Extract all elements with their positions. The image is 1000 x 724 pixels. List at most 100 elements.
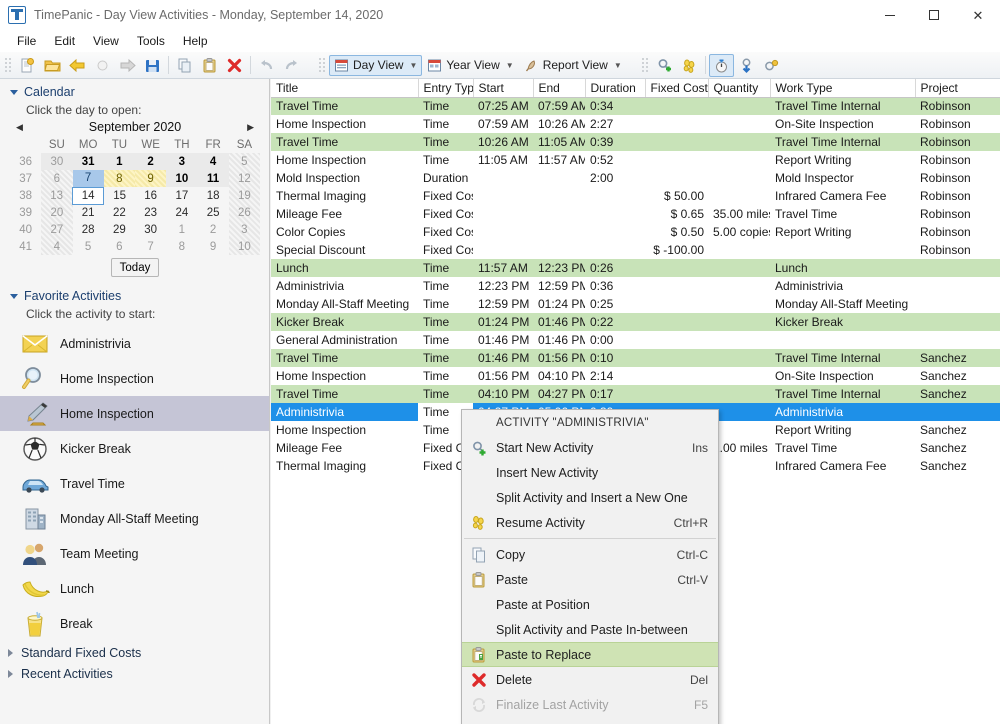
context-menu-item-start-new-activity[interactable]: Start New Activity Ins [462,435,718,460]
cell-fixed-cost[interactable] [645,115,708,133]
cell-title[interactable]: General Administration [271,331,418,349]
context-menu-item-resume-activity[interactable]: Resume Activity Ctrl+R [462,510,718,535]
column-header-end[interactable]: End [533,79,586,98]
calendar-day-24[interactable]: 24 [166,204,197,221]
calendar-day-9[interactable]: 9 [135,170,167,187]
cell-work-type[interactable]: On-Site Inspection [770,115,915,133]
cell-start[interactable] [473,223,533,241]
cell-work-type[interactable]: Report Writing [770,223,915,241]
cell-entry-type[interactable]: Fixed Cost [418,223,473,241]
cell-end[interactable] [533,169,585,187]
table-row[interactable]: Travel Time Time 04:10 PM 04:27 PM 0:17 Trave… [271,385,1000,403]
calendar-day-29[interactable]: 29 [104,221,135,238]
context-menu-item-insert-new-activity[interactable]: Insert New Activity [462,460,718,485]
calendar-day-23[interactable]: 23 [135,204,166,221]
report-view-button[interactable]: Report View ▼ [519,55,627,76]
column-header-duration[interactable]: Duration [585,79,646,98]
cell-fixed-cost[interactable] [645,385,708,403]
cell-duration[interactable]: 2:00 [585,169,645,187]
cell-end[interactable]: 11:05 AM [533,133,585,151]
cell-entry-type[interactable]: Time [418,97,473,115]
chevron-down-icon-3[interactable]: ▼ [614,61,622,70]
calendar-day-2[interactable]: 2 [198,221,229,238]
cell-fixed-cost[interactable]: $ 0.50 [645,223,708,241]
maximize-button[interactable] [912,0,956,30]
cell-end[interactable]: 12:59 PM [533,277,585,295]
stopwatch-button[interactable] [708,53,734,77]
calendar-day-20[interactable]: 20 [41,204,73,221]
cell-start[interactable]: 12:59 PM [473,295,533,313]
cell-title[interactable]: Administrivia [271,277,418,295]
cell-duration[interactable]: 0:25 [585,295,645,313]
cell-entry-type[interactable]: Duration [418,169,473,187]
cell-start[interactable] [473,187,533,205]
cell-start[interactable] [473,205,533,223]
cell-quantity[interactable] [708,187,770,205]
favorite-item-kicker-break[interactable]: Kicker Break [0,431,269,466]
cell-entry-type[interactable]: Time [418,349,473,367]
cell-start[interactable]: 11:57 AM [473,259,533,277]
cell-title[interactable]: Travel Time [271,349,418,367]
cell-work-type[interactable]: Travel Time [770,205,915,223]
forward-button[interactable] [115,54,140,77]
cell-duration[interactable]: 0:36 [585,277,645,295]
calendar-day-5[interactable]: 5 [228,153,260,170]
cell-fixed-cost[interactable] [645,313,708,331]
cell-end[interactable]: 12:23 PM [533,259,585,277]
cell-fixed-cost[interactable]: $ 50.00 [645,187,708,205]
column-header-work-type[interactable]: Work Type [770,79,916,98]
cell-work-type[interactable]: Report Writing [770,421,915,439]
cell-quantity[interactable] [708,151,770,169]
cell-project[interactable]: Robinson [915,97,1000,115]
year-view-button[interactable]: Year View ▼ [422,55,518,76]
cell-work-type[interactable] [770,241,915,259]
cell-duration[interactable]: 0:00 [585,331,645,349]
column-header-fixed-cost[interactable]: Fixed Cost [645,79,709,98]
table-row[interactable]: Home Inspection Time 07:59 AM 10:26 AM 2:27 O… [271,115,1000,133]
cell-work-type[interactable]: Monday All-Staff Meeting [770,295,915,313]
cell-work-type[interactable]: Travel Time Internal [770,97,915,115]
start-new-activity-button[interactable] [652,54,677,77]
column-header-entry-type[interactable]: Entry Type [418,79,474,98]
calendar-day-6[interactable]: 6 [104,238,135,255]
cell-end[interactable] [533,241,585,259]
cell-end[interactable]: 01:46 PM [533,313,585,331]
cell-entry-type[interactable]: Time [418,259,473,277]
cell-start[interactable] [473,169,533,187]
cell-quantity[interactable] [708,385,770,403]
cell-entry-type[interactable]: Time [418,133,473,151]
cell-duration[interactable]: 0:26 [585,259,645,277]
cell-title[interactable]: Home Inspection [271,421,418,439]
cell-duration[interactable]: 0:52 [585,151,645,169]
toolbar-grip-3[interactable] [640,56,649,74]
cell-start[interactable]: 10:26 AM [473,133,533,151]
cell-title[interactable]: Administrivia [271,403,418,421]
cell-project[interactable]: Sanchez [915,421,1000,439]
cell-quantity[interactable] [708,349,770,367]
cell-project[interactable] [915,259,1000,277]
column-header-start[interactable]: Start [473,79,534,98]
sidebar-item-standard-fixed-costs[interactable]: Standard Fixed Costs [0,641,269,662]
table-row[interactable]: Travel Time Time 01:46 PM 01:56 PM 0:10 Trave… [271,349,1000,367]
favorite-item-team-meeting[interactable]: Team Meeting [0,536,269,571]
cell-project[interactable] [915,277,1000,295]
menu-view[interactable]: View [84,31,128,51]
cell-end[interactable]: 11:57 AM [533,151,585,169]
cell-start[interactable]: 04:10 PM [473,385,533,403]
calendar-day-4[interactable]: 4 [197,153,229,170]
table-row[interactable]: Color CopiesFixed Cost$ 0.505.00 copiesR… [271,223,1000,241]
cell-duration[interactable]: 0:10 [585,349,645,367]
calendar-day-18[interactable]: 18 [198,187,229,204]
context-menu-item-split-activity-and-paste-in-between[interactable]: Split Activity and Paste In-between [462,617,718,642]
calendar-day-6[interactable]: 6 [41,170,73,187]
minimize-button[interactable] [868,0,912,30]
cell-work-type[interactable]: Lunch [770,259,915,277]
cell-duration[interactable]: 2:27 [585,115,645,133]
cell-entry-type[interactable]: Fixed Cost [418,241,473,259]
chevron-down-icon[interactable]: ▼ [409,61,417,70]
cell-title[interactable]: Thermal Imaging [271,457,418,475]
column-header-title[interactable]: Title [271,79,419,98]
chevron-down-icon-2[interactable]: ▼ [506,61,514,70]
cell-end[interactable]: 01:56 PM [533,349,585,367]
cell-entry-type[interactable]: Time [418,331,473,349]
